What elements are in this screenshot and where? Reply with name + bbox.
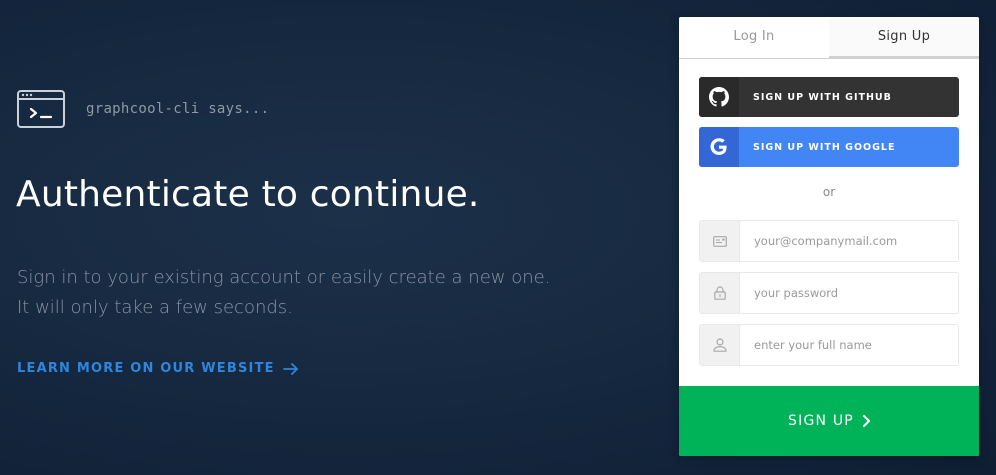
cli-says-text: graphcool-cli says... [86, 101, 270, 117]
google-signup-button[interactable]: SIGN UP WITH GOOGLE [699, 127, 959, 167]
tab-log-in[interactable]: Log In [679, 17, 829, 58]
github-button-label: SIGN UP WITH GITHUB [753, 91, 892, 103]
page-title: Authenticate to continue. [16, 174, 480, 215]
arrow-right-icon [282, 362, 298, 375]
github-signup-button[interactable]: SIGN UP WITH GITHUB [699, 77, 959, 117]
lock-icon-box [700, 273, 740, 313]
name-field [699, 324, 959, 366]
google-icon-box [699, 127, 739, 167]
tab-sign-up[interactable]: Sign Up [829, 17, 979, 58]
google-button-label: SIGN UP WITH GOOGLE [753, 141, 896, 153]
learn-more-link[interactable]: LEARN MORE ON OUR WEBSITE [17, 361, 299, 376]
learn-more-label: LEARN MORE ON OUR WEBSITE [17, 361, 275, 376]
google-icon [710, 138, 727, 155]
sign-up-submit-button[interactable]: SIGN UP [679, 386, 979, 456]
email-input[interactable] [740, 221, 958, 261]
envelope-icon [712, 235, 727, 247]
github-icon [709, 87, 729, 107]
lock-icon [713, 286, 726, 300]
full-name-input[interactable] [740, 325, 958, 365]
user-icon [712, 338, 727, 352]
user-icon-box [700, 325, 740, 365]
or-separator: or [822, 185, 836, 199]
sign-up-submit-label: SIGN UP [788, 413, 854, 429]
hero-description-line-1: Sign in to your existing account or easi… [17, 267, 551, 288]
chevron-right-icon [862, 415, 870, 427]
terminal-icon [17, 90, 65, 128]
auth-tabs: Log In Sign Up [679, 17, 979, 59]
github-icon-box [699, 77, 739, 117]
envelope-icon-box [700, 221, 740, 261]
password-input[interactable] [740, 273, 958, 313]
auth-panel: Log In Sign Up SIGN UP WITH GITHUB SIGN … [679, 17, 979, 456]
hero-description: Sign in to your existing account or easi… [17, 263, 617, 323]
email-field [699, 220, 959, 262]
hero-description-line-2: It will only take a few seconds. [17, 297, 293, 318]
password-field [699, 272, 959, 314]
